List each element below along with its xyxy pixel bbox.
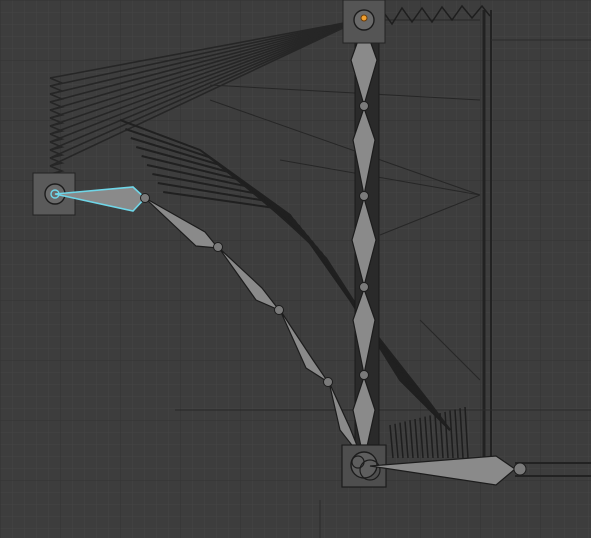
active-origin-dot bbox=[360, 14, 368, 22]
3d-viewport[interactable] bbox=[0, 0, 591, 538]
spine-joint-2[interactable] bbox=[359, 191, 369, 201]
spine-joint-3[interactable] bbox=[359, 282, 369, 292]
spine-chain bbox=[350, 17, 380, 467]
viewport-grid bbox=[0, 0, 591, 538]
viewport-canvas[interactable] bbox=[0, 0, 591, 538]
spine-joint-1[interactable] bbox=[359, 101, 369, 111]
arm-joint-3[interactable] bbox=[323, 377, 333, 387]
foot-tail-joint[interactable] bbox=[513, 462, 527, 476]
root-bone-widget[interactable] bbox=[342, 0, 386, 44]
spine-joint-4[interactable] bbox=[359, 370, 369, 380]
arm-joint-1[interactable] bbox=[213, 242, 223, 252]
arm-joint-2[interactable] bbox=[274, 305, 284, 315]
upper-arm-tail-joint[interactable] bbox=[140, 193, 150, 203]
